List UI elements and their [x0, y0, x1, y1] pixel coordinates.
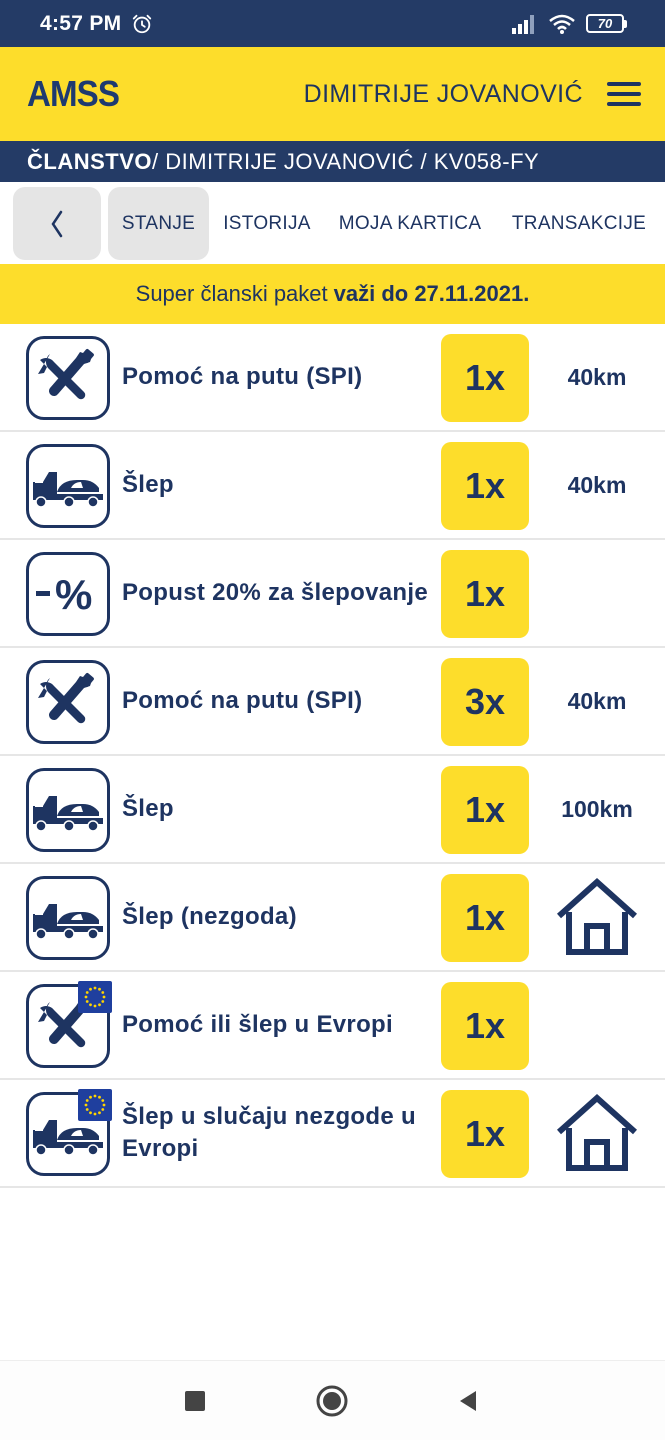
service-row[interactable]: Šlep 1x 40km: [0, 432, 665, 540]
tab-stanje[interactable]: STANJE: [108, 187, 209, 260]
back-button[interactable]: [13, 187, 101, 260]
tow-truck-icon: [26, 444, 110, 528]
status-time: 4:57 PM: [40, 11, 122, 35]
alarm-icon: [133, 14, 152, 33]
signal-icon: [512, 14, 534, 34]
service-quantity-badge: 1x: [441, 334, 529, 422]
service-quantity-badge: 1x: [441, 982, 529, 1070]
tab-bar: STANJE ISTORIJA MOJA KARTICA TRANSAKCIJE: [0, 182, 665, 264]
services-list: Pomoć na putu (SPI) 1x 40km Šlep 1x 40km% Popu…: [0, 324, 665, 1188]
service-label: Šlep: [122, 471, 174, 498]
service-row[interactable]: Šlep (nezgoda) 1x: [0, 864, 665, 972]
home-circle-icon[interactable]: [314, 1383, 350, 1419]
tab-transakcije[interactable]: TRANSAKCIJE: [505, 187, 653, 260]
service-distance: 40km: [567, 363, 627, 390]
eu-flag-icon: [78, 981, 112, 1013]
tab-moja-kartica[interactable]: MOJA KARTICA: [330, 187, 490, 260]
package-banner: Super članski paket važi do 27.11.2021.: [0, 264, 665, 324]
service-distance: 100km: [561, 795, 633, 822]
tab-istorija[interactable]: ISTORIJA: [214, 187, 320, 260]
status-icons: 70: [512, 13, 627, 35]
service-row[interactable]: Šlep 1x 100km: [0, 756, 665, 864]
chevron-left-icon: [51, 210, 63, 237]
tools-icon: [26, 660, 110, 744]
breadcrumb-path: / DIMITRIJE JOVANOVIĆ / KV058-FY: [152, 148, 540, 174]
svg-text:%: %: [55, 571, 92, 618]
service-row[interactable]: Pomoć ili šlep u Evropi 1x: [0, 972, 665, 1080]
breadcrumb: ČLANSTVO / DIMITRIJE JOVANOVIĆ / KV058-F…: [0, 141, 665, 182]
service-label: Šlep: [122, 795, 174, 822]
tow-truck-icon: [26, 768, 110, 852]
service-row[interactable]: Šlep u slučaju nezgode u Evropi 1x: [0, 1080, 665, 1188]
service-row[interactable]: Pomoć na putu (SPI) 3x 40km: [0, 648, 665, 756]
service-label: Šlep u slučaju nezgode u Evropi: [122, 1103, 416, 1162]
package-valid-until: važi do 27.11.2021.: [333, 281, 530, 306]
tow-truck-icon: [26, 1089, 112, 1176]
service-label: Šlep (nezgoda): [122, 903, 297, 930]
tools-icon: [26, 336, 110, 420]
battery-level: 70: [586, 14, 624, 33]
service-quantity-badge: 3x: [441, 658, 529, 746]
service-row[interactable]: Pomoć na putu (SPI) 1x 40km: [0, 324, 665, 432]
recents-square-icon[interactable]: [177, 1383, 213, 1419]
service-label: Pomoć na putu (SPI): [122, 687, 363, 714]
status-bar: 4:57 PM 70: [0, 0, 665, 47]
home-icon: [553, 1092, 641, 1176]
home-icon: [553, 876, 641, 960]
service-quantity-badge: 1x: [441, 1090, 529, 1178]
app-header: AMSS DIMITRIJE JOVANOVIĆ: [0, 47, 665, 141]
service-distance: 40km: [567, 471, 627, 498]
breadcrumb-section[interactable]: ČLANSTVO: [27, 149, 152, 175]
discount-icon: %: [26, 552, 110, 636]
service-quantity-badge: 1x: [441, 550, 529, 638]
android-nav-bar: [0, 1360, 665, 1440]
service-distance: 40km: [567, 687, 627, 714]
eu-flag-icon: [78, 1089, 112, 1121]
wifi-icon: [549, 14, 575, 34]
service-label: Pomoć ili šlep u Evropi: [122, 1011, 393, 1038]
hamburger-menu-icon[interactable]: [607, 82, 641, 106]
battery-icon: 70: [586, 14, 627, 33]
service-row[interactable]: % Popust 20% za šlepovanje 1x: [0, 540, 665, 648]
header-user-name: DIMITRIJE JOVANOVIĆ: [303, 79, 583, 108]
service-quantity-badge: 1x: [441, 766, 529, 854]
service-label: Pomoć na putu (SPI): [122, 363, 363, 390]
service-label: Popust 20% za šlepovanje: [122, 579, 428, 606]
tools-icon: [26, 981, 112, 1068]
tow-truck-icon: [26, 876, 110, 960]
package-name: Super članski paket: [135, 281, 328, 306]
service-quantity-badge: 1x: [441, 874, 529, 962]
back-triangle-icon[interactable]: [450, 1383, 486, 1419]
service-quantity-badge: 1x: [441, 442, 529, 530]
amss-logo[interactable]: AMSS: [27, 73, 120, 115]
